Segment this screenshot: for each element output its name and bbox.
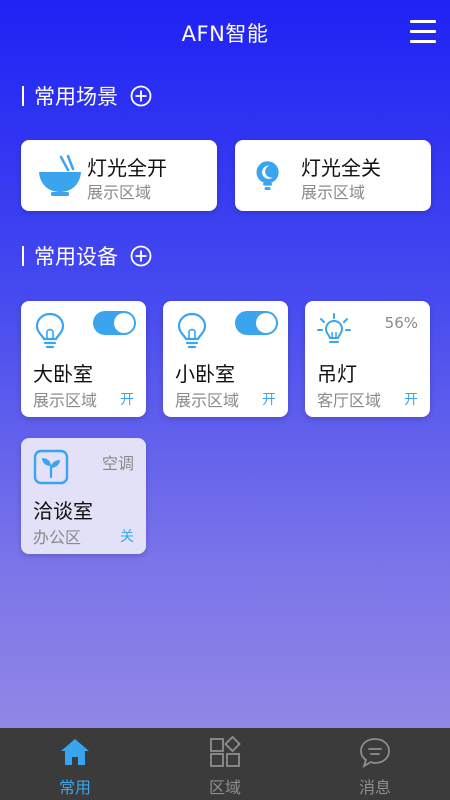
device-card-meeting-room[interactable]: 空调 洽谈室 办公区 关	[21, 438, 146, 554]
section-bar	[22, 246, 24, 266]
chat-icon	[360, 738, 390, 768]
device-name: 大卧室	[33, 362, 93, 386]
scene-card-all-off[interactable]: 灯光全关 展示区域	[235, 140, 431, 211]
power-toggle[interactable]	[93, 311, 136, 335]
scene-area: 展示区域	[87, 183, 152, 202]
device-name: 小卧室	[175, 362, 235, 386]
bottom-tab-bar: 常用 区域 消息	[0, 728, 450, 800]
menu-icon[interactable]	[410, 20, 436, 44]
device-card-chandelier[interactable]: 56% 吊灯 客厅区域 开	[305, 301, 430, 417]
leaf-icon	[33, 449, 69, 485]
scenes-section-title: 常用场景	[22, 83, 152, 109]
app-header: AFN智能	[0, 0, 450, 66]
tab-messages[interactable]: 消息	[300, 728, 450, 800]
bulb-bright-icon	[317, 313, 351, 343]
home-icon	[61, 739, 89, 765]
device-area: 展示区域	[175, 391, 240, 410]
tab-label: 消息	[358, 778, 391, 797]
toggle-knob	[256, 313, 276, 333]
device-area: 客厅区域	[317, 391, 382, 410]
tab-label: 常用	[58, 778, 91, 797]
grid-icon	[210, 736, 241, 767]
section-bar	[22, 86, 24, 106]
scenes-title-text: 常用场景	[34, 85, 118, 109]
scene-name: 灯光全关	[301, 156, 381, 180]
scene-name: 灯光全开	[87, 156, 167, 180]
device-name: 吊灯	[317, 362, 357, 386]
add-scene-icon[interactable]	[130, 85, 152, 107]
device-state: 开	[120, 392, 134, 408]
tab-area[interactable]: 区域	[150, 728, 300, 800]
add-device-icon[interactable]	[130, 245, 152, 267]
brightness-level: 56%	[384, 314, 418, 332]
device-state: 开	[262, 392, 276, 408]
power-toggle[interactable]	[235, 311, 278, 335]
device-state: 开	[404, 392, 418, 408]
scene-area: 展示区域	[301, 183, 366, 202]
scene-card-all-on[interactable]: 灯光全开 展示区域	[21, 140, 217, 211]
app-title: AFN智能	[181, 22, 269, 46]
bulb-moon-icon	[256, 161, 279, 191]
device-area: 展示区域	[33, 391, 98, 410]
device-card-small-bedroom[interactable]: 小卧室 展示区域 开	[163, 301, 288, 417]
bulb-icon	[177, 312, 207, 349]
tab-common[interactable]: 常用	[0, 728, 150, 800]
device-name: 洽谈室	[33, 499, 93, 523]
tab-label: 区域	[208, 778, 241, 797]
device-state: 关	[120, 529, 134, 545]
bulb-icon	[35, 312, 65, 349]
device-type-label: 空调	[101, 454, 134, 473]
devices-section-title: 常用设备	[22, 243, 152, 269]
devices-title-text: 常用设备	[34, 245, 118, 269]
bowl-icon	[39, 154, 81, 196]
device-area: 办公区	[33, 528, 82, 547]
device-card-master-bedroom[interactable]: 大卧室 展示区域 开	[21, 301, 146, 417]
toggle-knob	[114, 313, 134, 333]
